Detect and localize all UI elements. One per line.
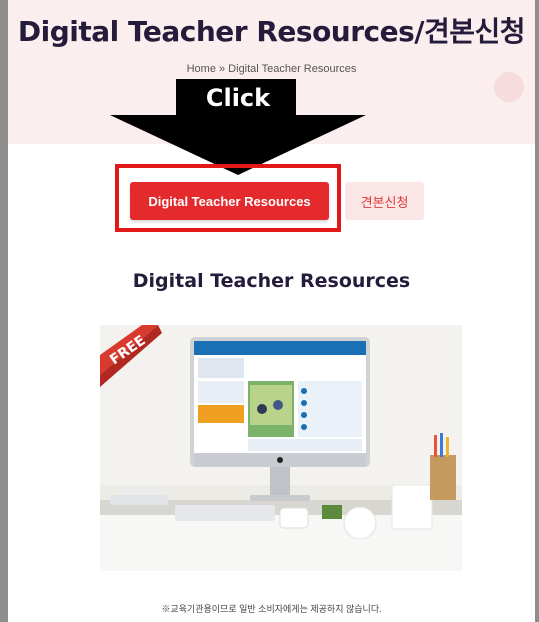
page-frame: Digital Teacher Resources/견본신청 Home » Di…: [8, 0, 535, 622]
sample-request-button[interactable]: 견본신청: [345, 182, 424, 220]
section-title: Digital Teacher Resources: [132, 270, 411, 292]
footnote: ※교육기관용이므로 일반 소비자에게는 제공하지 않습니다.: [161, 604, 382, 614]
page-title: Digital Teacher Resources/견본신청: [17, 15, 526, 48]
arrow-label: Click: [205, 84, 271, 112]
decorative-circle: [494, 72, 524, 102]
breadcrumb: Home » Digital Teacher Resources: [186, 63, 357, 75]
digital-teacher-resources-button[interactable]: Digital Teacher Resources: [130, 182, 329, 220]
product-image: FREE: [100, 325, 462, 571]
